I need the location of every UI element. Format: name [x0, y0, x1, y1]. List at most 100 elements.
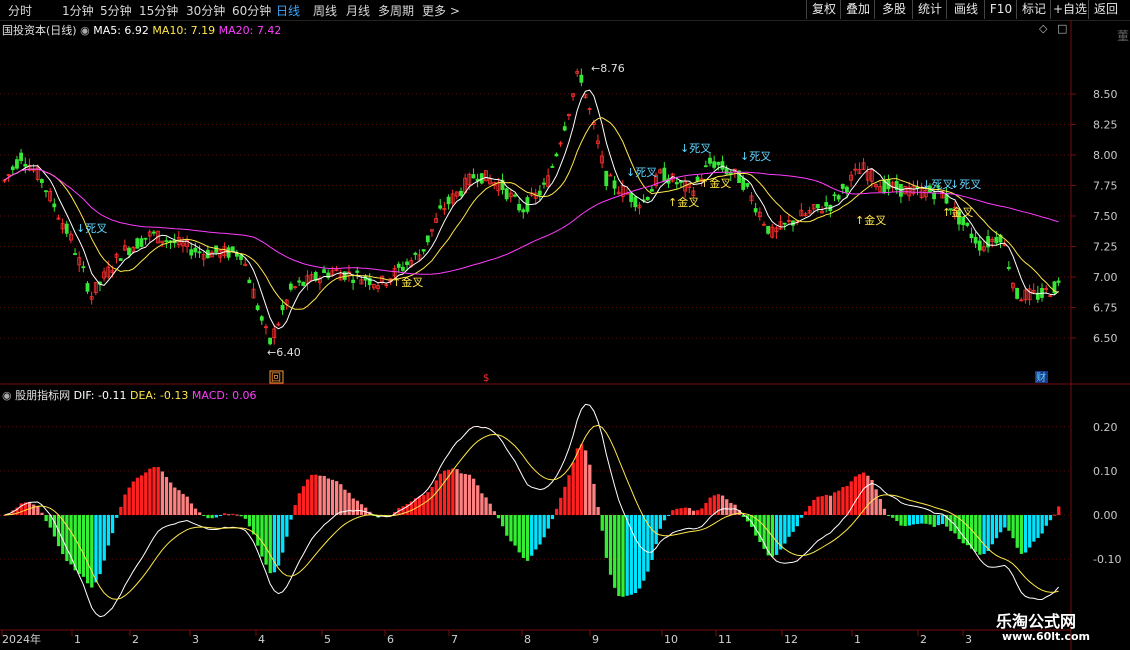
- candle-body: [703, 165, 708, 168]
- macd-bar: [994, 515, 999, 539]
- macd-bar: [853, 476, 858, 515]
- candle-body: [562, 126, 567, 131]
- signal-label: ↓死叉: [740, 150, 771, 163]
- macd-tick-label: 0.00: [1093, 509, 1118, 522]
- maximize-icon[interactable]: □: [1057, 22, 1067, 35]
- macd-bar: [920, 515, 924, 524]
- candle-body: [268, 337, 273, 345]
- date-label: 2: [920, 633, 927, 646]
- macd-bar: [40, 512, 44, 515]
- macd-bar: [617, 515, 621, 596]
- macd-bar: [675, 508, 679, 515]
- candle-body: [471, 174, 476, 179]
- candle-body: [23, 163, 28, 167]
- candle-body: [521, 209, 526, 213]
- macd-bar: [621, 515, 625, 597]
- signal-label: ↓死叉: [680, 142, 711, 155]
- signal-label: ↑金叉: [668, 195, 699, 209]
- macd-bar: [318, 475, 322, 515]
- candle-body: [645, 196, 650, 201]
- macd-bar: [708, 497, 712, 515]
- macd-bar: [222, 513, 227, 515]
- macd-bar: [579, 444, 584, 515]
- settings-icon[interactable]: ◉: [80, 24, 90, 37]
- macd-bar: [903, 515, 907, 527]
- macd-bar: [501, 515, 505, 527]
- macd-bar: [496, 515, 501, 519]
- macd-bar: [90, 515, 94, 588]
- macd-bar: [837, 490, 841, 515]
- event-marker: 回: [271, 372, 281, 384]
- macd-bar: [314, 474, 318, 515]
- settings-icon[interactable]: ◉: [2, 389, 12, 402]
- macd-bar: [1032, 515, 1036, 542]
- ma10-line: [4, 117, 1059, 310]
- macd-bar: [874, 489, 878, 515]
- macd-bar: [81, 515, 86, 577]
- macd-bar: [422, 495, 426, 515]
- macd-bar: [144, 472, 148, 515]
- macd-bar: [1003, 515, 1007, 528]
- macd-bar: [687, 507, 692, 515]
- macd-bar: [505, 515, 509, 536]
- candle-body: [255, 305, 260, 310]
- signal-label: ↑金叉: [942, 205, 973, 219]
- diamond-icon[interactable]: ◇: [1039, 22, 1047, 35]
- macd-bar: [1028, 515, 1032, 548]
- macd-bar: [911, 515, 916, 525]
- macd-bar: [882, 508, 887, 515]
- signal-label: ↑金叉: [700, 176, 731, 190]
- high-price-label: ←8.76: [591, 62, 625, 75]
- side-info-text: 董: [1117, 29, 1129, 43]
- macd-bar: [152, 467, 156, 515]
- macd-bar: [135, 477, 140, 515]
- macd-bar: [218, 515, 223, 516]
- macd-bar: [596, 506, 600, 515]
- candle-body: [139, 238, 144, 247]
- macd-bar: [434, 480, 438, 515]
- macd-bar: [613, 515, 617, 588]
- macd-bar: [932, 515, 936, 527]
- candle-body: [39, 179, 44, 183]
- macd-bar: [339, 484, 343, 515]
- candle-body: [932, 192, 936, 200]
- macd-bar: [625, 515, 629, 596]
- macd-bar: [986, 515, 990, 551]
- macd-bar: [575, 448, 579, 515]
- macd-bar: [824, 494, 828, 515]
- macd-bar: [870, 480, 874, 515]
- watermark-title: 乐淘公式网: [996, 612, 1077, 631]
- macd-bar: [1011, 515, 1015, 539]
- macd-bar: [538, 515, 542, 545]
- date-label: 9: [592, 633, 599, 646]
- candle-body: [513, 194, 517, 197]
- ma5-value: MA5: 6.92: [93, 24, 149, 37]
- signal-label: ↑金叉: [392, 275, 423, 289]
- macd-bar: [94, 515, 98, 583]
- macd-bar: [662, 515, 667, 521]
- ma10-value: MA10: 7.19: [152, 24, 216, 37]
- macd-bar: [471, 478, 476, 515]
- macd-bar: [1044, 515, 1048, 526]
- macd-bar: [691, 510, 696, 515]
- macd-bar: [102, 515, 106, 561]
- macd-bar: [584, 450, 588, 515]
- candle-body: [695, 176, 700, 182]
- date-label: 1: [854, 633, 861, 646]
- macd-bar: [978, 515, 982, 555]
- candle-body: [81, 266, 86, 269]
- macd-bar: [940, 515, 945, 525]
- price-tick-label: 8.50: [1093, 88, 1118, 101]
- macd-bar: [297, 493, 301, 515]
- macd-bar: [301, 486, 306, 515]
- event-marker: $: [483, 373, 489, 384]
- macd-tick-label: -0.10: [1093, 553, 1121, 566]
- event-marker: 财: [1036, 371, 1046, 384]
- macd-bar: [696, 510, 700, 515]
- macd-bar: [517, 515, 521, 553]
- macd-bar: [268, 515, 272, 574]
- stock-chart[interactable]: 8.50 8.25 8.00 7.75 7.50 7.25 7.00 6.75 6.50 0.20…: [0, 0, 1130, 650]
- macd-bar: [928, 515, 932, 525]
- macd-bar: [1007, 515, 1011, 531]
- macd-bar: [231, 513, 235, 515]
